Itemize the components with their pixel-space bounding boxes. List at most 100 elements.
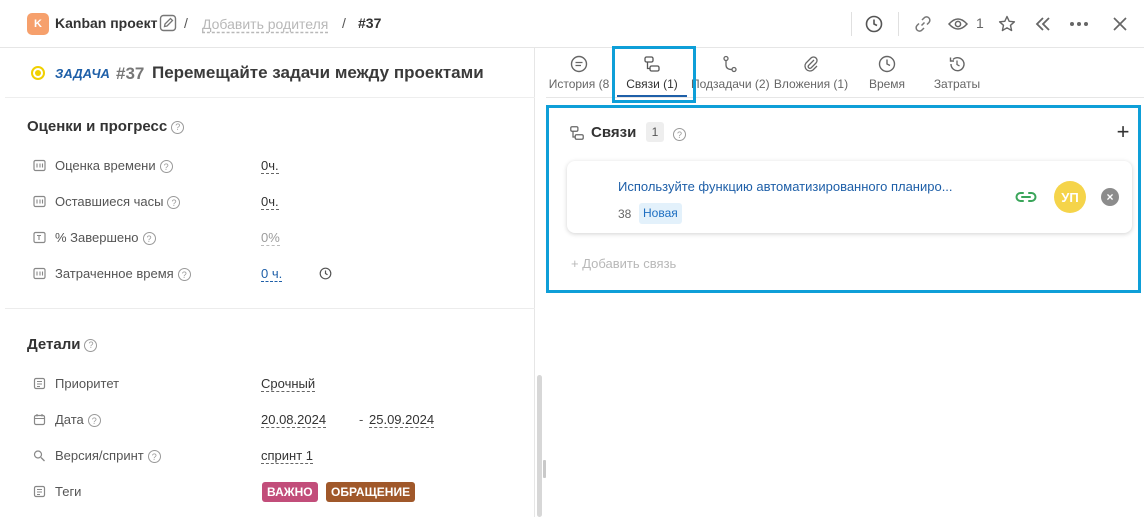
more-icon[interactable] <box>1068 13 1090 35</box>
tab-time[interactable]: Время <box>856 48 918 98</box>
left-scrollbar[interactable] <box>537 375 542 517</box>
links-count-badge: 1 <box>646 122 664 142</box>
add-link-plus-button[interactable]: + <box>1114 121 1132 143</box>
time-estimate-value[interactable]: 0ч. <box>261 158 279 174</box>
task-type[interactable]: ЗАДАЧА <box>55 66 110 81</box>
star-icon[interactable] <box>996 13 1018 35</box>
estimates-section-title: Оценки и прогресс? <box>27 118 185 135</box>
help-icon[interactable]: ? <box>177 268 191 282</box>
project-badge[interactable]: K <box>27 13 49 35</box>
remove-link-button[interactable]: × <box>1101 188 1119 206</box>
links-section-icon <box>569 125 585 141</box>
tab-subtasks[interactable]: Подзадачи (2) <box>691 48 770 98</box>
help-icon[interactable]: ? <box>87 414 101 428</box>
field-date: Дата? 20.08.2024 - 25.09.2024 <box>33 410 513 430</box>
priority-value[interactable]: Срочный <box>261 376 316 392</box>
field-label: Затраченное время? <box>55 266 191 282</box>
field-label-text: Дата <box>55 412 84 427</box>
calendar-icon <box>33 413 46 426</box>
field-priority: Приоритет Срочный <box>33 374 513 394</box>
panel-splitter-handle[interactable] <box>543 460 546 478</box>
percent-done-value[interactable]: 0% <box>261 230 280 246</box>
history-icon <box>570 55 588 73</box>
help-icon[interactable]: ? <box>159 160 173 174</box>
clock-icon <box>878 55 896 73</box>
copy-link-icon[interactable] <box>912 13 934 35</box>
tab-label: Затраты <box>933 77 981 91</box>
estimate-icon <box>33 195 46 208</box>
history-clock-icon[interactable] <box>863 13 885 35</box>
version-value[interactable]: спринт 1 <box>261 448 314 464</box>
tab-attachments[interactable]: Вложения (1) <box>772 48 850 98</box>
help-icon[interactable]: ? <box>84 338 98 352</box>
collapse-double-chevron-icon[interactable] <box>1032 13 1054 35</box>
details-title-text: Детали <box>27 336 81 353</box>
toolbar-divider <box>898 12 899 36</box>
priority-icon <box>33 377 46 390</box>
help-icon[interactable]: ? <box>147 450 161 464</box>
details-section-title: Детали? <box>27 336 98 353</box>
help-icon[interactable]: ? <box>171 120 185 134</box>
field-time-estimate: Оценка времени? 0ч. <box>33 156 513 176</box>
close-icon[interactable] <box>1109 13 1131 35</box>
estimate-icon <box>33 267 46 280</box>
tab-label: Время <box>868 77 906 91</box>
field-label: Оставшиеся часы? <box>55 194 181 210</box>
linked-task-status: Новая <box>639 203 682 224</box>
field-label: % Завершено? <box>55 230 156 246</box>
task-header: ЗАДАЧА #37 Перемещайте задачи между прое… <box>5 48 535 98</box>
highlight-frame-tab <box>612 46 696 103</box>
link-type-icon[interactable] <box>1015 187 1037 207</box>
tab-costs[interactable]: Затраты <box>926 48 988 98</box>
link-card[interactable]: Используйте функцию автоматизированного … <box>567 161 1132 233</box>
breadcrumb-separator: / <box>184 15 188 31</box>
tag-important[interactable]: ВАЖНО <box>262 482 318 502</box>
tag-appeal[interactable]: ОБРАЩЕНИЕ <box>326 482 416 502</box>
edit-icon[interactable] <box>159 14 177 32</box>
tags-icon <box>33 485 46 498</box>
task-id: #37 <box>116 64 145 83</box>
time-spent-value[interactable]: 0 ч. <box>261 266 283 282</box>
field-time-spent: Затраченное время? 0 ч. <box>33 264 513 284</box>
linked-task-number: 38 <box>618 207 632 221</box>
field-label-text: Затраченное время <box>55 266 174 281</box>
help-icon[interactable]: ? <box>167 196 181 210</box>
field-label: Приоритет <box>55 376 120 391</box>
assignee-avatar[interactable]: УП <box>1054 181 1086 213</box>
section-divider <box>5 308 535 309</box>
help-icon[interactable]: ? <box>673 128 686 142</box>
links-help: ? <box>669 126 686 142</box>
watchers-count: 1 <box>976 15 984 31</box>
breadcrumb-task-number: #37 <box>358 15 382 31</box>
costs-icon <box>948 55 966 73</box>
breadcrumb-separator: / <box>342 15 346 31</box>
add-link-button[interactable]: + Добавить связь <box>571 256 676 271</box>
task-details-panel: ЗАДАЧА #37 Перемещайте задачи между прое… <box>5 48 535 517</box>
top-bar: K Kanban проект / Добавить родителя / #3… <box>0 0 1144 48</box>
field-tags: Теги ВАЖНО ОБРАЩЕНИЕ <box>33 482 513 502</box>
timer-clock-icon[interactable] <box>319 267 332 280</box>
toolbar-divider <box>851 12 852 36</box>
field-percent-done: % Завершено? 0% <box>33 228 513 248</box>
tab-history[interactable]: История (8 <box>546 48 612 98</box>
field-label-text: Оставшиеся часы <box>55 194 164 209</box>
sprint-icon <box>33 449 46 462</box>
estimate-icon <box>33 159 46 172</box>
subtasks-icon <box>721 55 739 73</box>
help-icon[interactable]: ? <box>142 232 156 246</box>
project-name[interactable]: Kanban проект <box>55 15 157 31</box>
add-parent-link[interactable]: Добавить родителя <box>202 16 328 32</box>
task-status-icon <box>31 66 45 80</box>
task-title[interactable]: Перемещайте задачи между проектами <box>152 63 484 83</box>
field-label-text: Версия/спринт <box>55 448 144 463</box>
date-start-value[interactable]: 20.08.2024 <box>261 412 327 428</box>
tab-label: История (8 <box>548 77 610 91</box>
eye-icon[interactable] <box>947 13 969 35</box>
linked-task-title[interactable]: Используйте функцию автоматизированного … <box>618 179 998 194</box>
links-section-title: Связи <box>591 124 637 141</box>
field-remaining-hours: Оставшиеся часы? 0ч. <box>33 192 513 212</box>
remaining-hours-value[interactable]: 0ч. <box>261 194 279 210</box>
date-end-value[interactable]: 25.09.2024 <box>369 412 435 428</box>
field-label-text: % Завершено <box>55 230 139 245</box>
tab-label: Вложения (1) <box>773 77 849 91</box>
